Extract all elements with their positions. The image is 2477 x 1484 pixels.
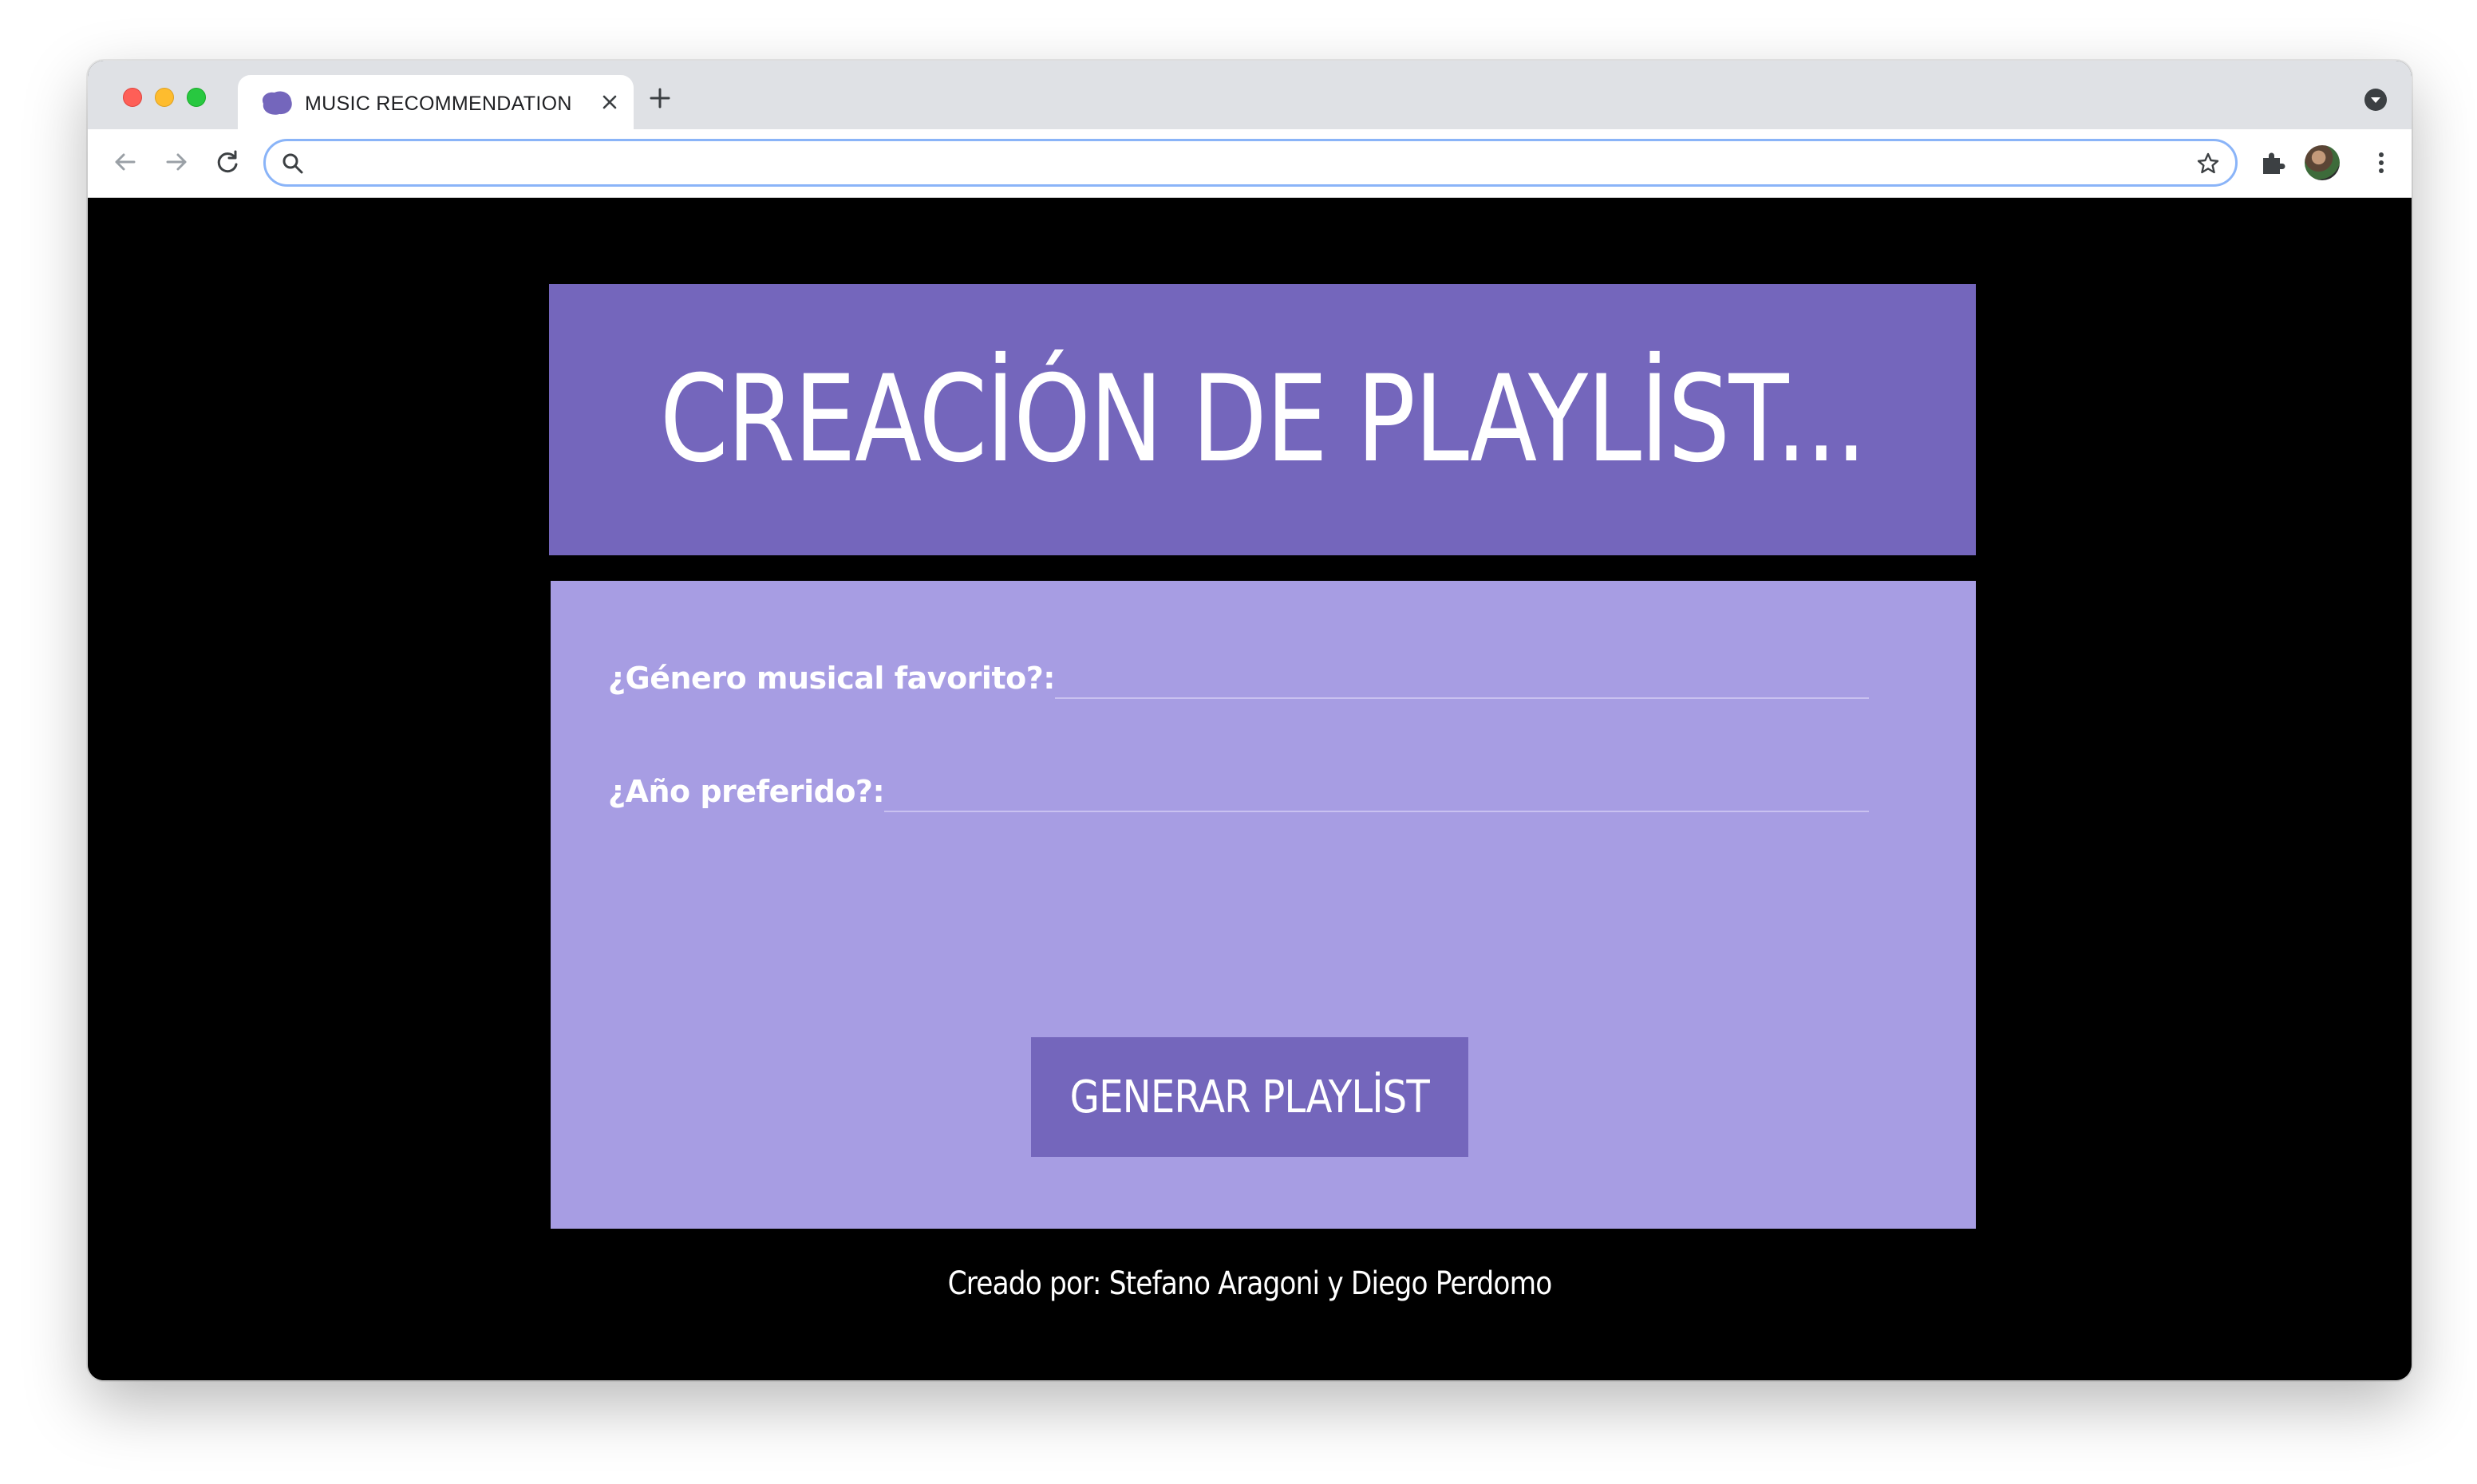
forward-arrow-icon[interactable] — [160, 145, 193, 179]
year-input[interactable] — [884, 772, 1869, 812]
page-title: CREACİÓN DE PLAYLİST... — [659, 350, 1867, 489]
genre-field-row: ¿Género musical favorito?: — [608, 651, 1869, 699]
profile-avatar[interactable] — [2305, 145, 2340, 180]
page-viewport: CREACİÓN DE PLAYLİST... ¿Género musical … — [88, 198, 2412, 1380]
address-bar[interactable] — [263, 139, 2238, 187]
page-header: CREACİÓN DE PLAYLİST... — [549, 284, 1976, 555]
maximize-window-button[interactable] — [187, 88, 206, 107]
purple-blob-icon — [262, 91, 292, 115]
chevron-down-circle-icon[interactable] — [2364, 88, 2388, 112]
extensions-puzzle-icon[interactable] — [2258, 148, 2287, 177]
reload-icon[interactable] — [211, 145, 244, 179]
browser-toolbar — [88, 129, 2412, 198]
tab-title: MUSIC RECOMMENDATION — [305, 93, 572, 115]
tab-strip: MUSIC RECOMMENDATION — [88, 61, 2412, 129]
footer-credit: Creado por: Stefano Aragoni y Diego Perd… — [88, 1265, 2412, 1302]
playlist-form: ¿Género musical favorito?: ¿Año preferid… — [551, 581, 1976, 1229]
genre-input[interactable] — [1054, 659, 1869, 699]
year-label: ¿Año preferido?: — [608, 774, 885, 809]
tab-music-recommendation[interactable]: MUSIC RECOMMENDATION — [238, 75, 634, 129]
footer-credit-text: Creado por: Stefano Aragoni y Diego Perd… — [947, 1265, 1553, 1302]
more-vertical-icon[interactable] — [2367, 148, 2396, 177]
year-field-row: ¿Año preferido?: — [608, 764, 1869, 812]
genre-label: ¿Género musical favorito?: — [608, 661, 1055, 696]
minimize-window-button[interactable] — [155, 88, 174, 107]
search-icon — [282, 153, 303, 174]
address-input[interactable] — [315, 146, 2151, 180]
back-arrow-icon[interactable] — [109, 145, 142, 179]
close-icon[interactable] — [599, 91, 621, 113]
browser-window: MUSIC RECOMMENDATION CREACİÓN DE PLAYLİS… — [88, 61, 2412, 1380]
generate-playlist-button[interactable]: GENERAR PLAYLİST — [1031, 1037, 1468, 1157]
generate-playlist-label: GENERAR PLAYLİST — [1069, 1071, 1430, 1123]
new-tab-plus-icon[interactable] — [646, 85, 674, 112]
bookmark-star-icon[interactable] — [2195, 151, 2221, 176]
close-window-button[interactable] — [123, 88, 142, 107]
